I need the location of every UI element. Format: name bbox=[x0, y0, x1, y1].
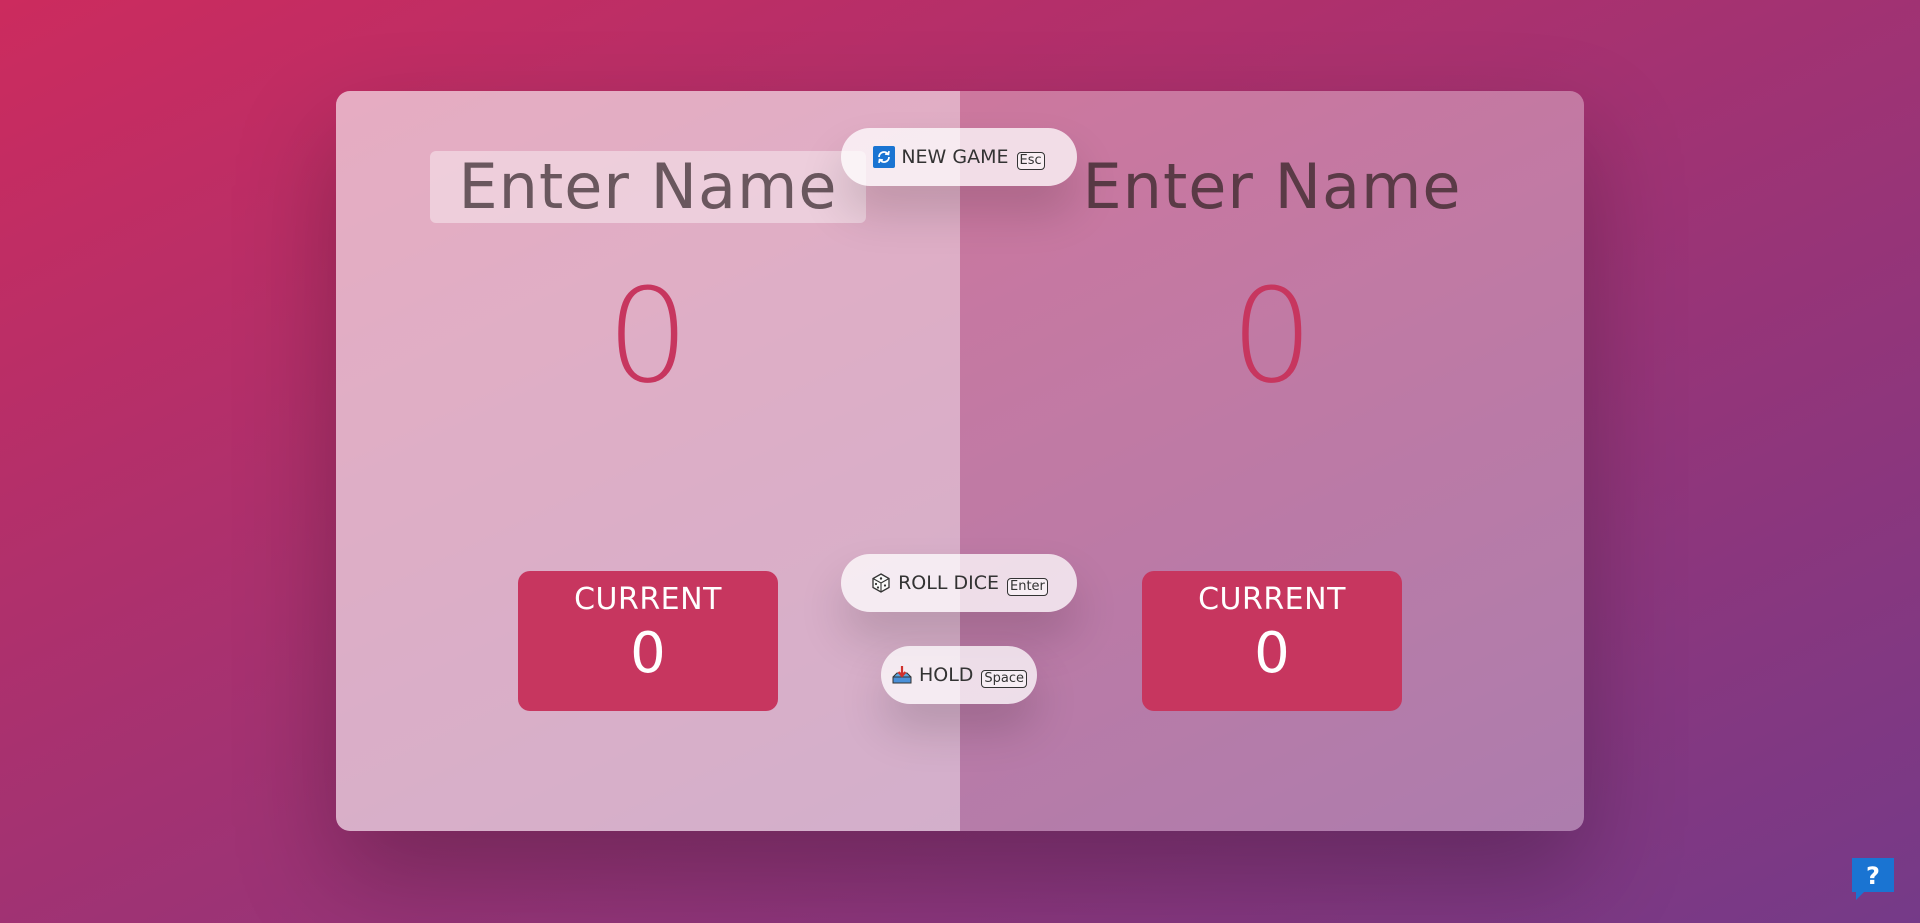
player-1-current-score: 0 bbox=[1254, 621, 1290, 686]
help-button[interactable]: ? bbox=[1850, 856, 1896, 902]
dice-icon bbox=[870, 572, 892, 594]
player-0-current-box: CURRENT 0 bbox=[518, 571, 778, 711]
player-0-score: 0 bbox=[606, 260, 690, 412]
new-game-button[interactable]: NEW GAME Esc bbox=[841, 128, 1077, 186]
inbox-tray-icon bbox=[891, 664, 913, 686]
player-1-current-box: CURRENT 0 bbox=[1142, 571, 1402, 711]
help-icon: ? bbox=[1852, 858, 1894, 900]
help-label: ? bbox=[1866, 862, 1880, 890]
player-0-current-score: 0 bbox=[630, 621, 666, 686]
esc-key-hint: Esc bbox=[1016, 152, 1045, 170]
player-1-name-input[interactable]: Enter Name bbox=[1054, 151, 1489, 223]
player-0-current-label: CURRENT bbox=[574, 582, 722, 617]
hold-button[interactable]: HOLD Space bbox=[881, 646, 1037, 704]
hold-label: HOLD bbox=[918, 664, 974, 686]
player-1-current-label: CURRENT bbox=[1198, 582, 1346, 617]
player-0-name-input[interactable]: Enter Name bbox=[430, 151, 866, 223]
player-1-panel: Enter Name 0 CURRENT 0 bbox=[960, 91, 1584, 831]
player-1-score: 0 bbox=[1230, 260, 1314, 412]
space-key-hint: Space bbox=[981, 670, 1028, 688]
roll-dice-button[interactable]: ROLL DICE Enter bbox=[841, 554, 1077, 612]
game-board: Enter Name 0 CURRENT 0 Enter Name 0 CURR… bbox=[336, 91, 1584, 831]
roll-dice-label: ROLL DICE bbox=[898, 572, 999, 594]
refresh-icon bbox=[873, 146, 896, 168]
enter-key-hint: Enter bbox=[1006, 578, 1048, 596]
new-game-label: NEW GAME bbox=[901, 146, 1009, 168]
player-0-panel: Enter Name 0 CURRENT 0 bbox=[336, 91, 960, 831]
